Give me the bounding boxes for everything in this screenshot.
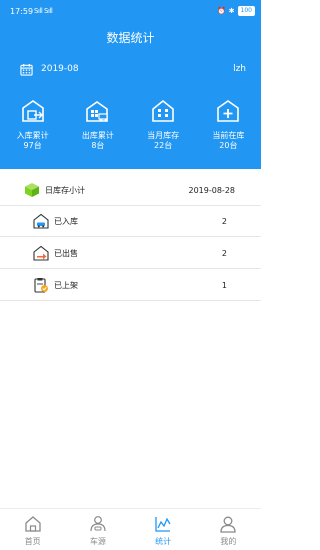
tab-label: 车源 — [89, 537, 106, 546]
home-icon — [24, 516, 41, 532]
tab-label: 首页 — [24, 537, 41, 546]
stat-inbound-total[interactable]: 入库累计 97台 — [0, 98, 65, 162]
box-icon — [25, 183, 39, 197]
stat-label: 当月库存 — [147, 131, 180, 140]
user-icon — [220, 516, 237, 533]
stat-label: 出库累计 — [81, 131, 114, 140]
stats-summary: 入库累计 97台 出库累计 8台 当月库存 22台 当前在库 20台 — [0, 98, 261, 162]
status-right: ⏰ ✱ 100 — [217, 6, 255, 16]
date-row[interactable]: 2019-08 lzh — [20, 60, 246, 78]
list-item-value: 2 — [221, 216, 227, 226]
car-source-icon — [90, 516, 106, 532]
battery-indicator: 100 — [237, 6, 255, 16]
stat-outbound-total[interactable]: 出库累计 8台 — [65, 98, 130, 162]
tab-home[interactable]: 首页 — [0, 509, 65, 550]
list-item-label: 已上架 — [54, 280, 78, 290]
stat-label: 当前在库 — [212, 131, 245, 140]
user-name: lzh — [233, 64, 246, 74]
house-arrow-icon — [33, 245, 49, 261]
stat-value: 20台 — [219, 141, 238, 150]
stat-value: 22台 — [154, 141, 173, 150]
clipboard-check-icon — [34, 278, 48, 293]
tab-label: 我的 — [220, 537, 237, 546]
warehouse-truck-icon — [86, 101, 108, 122]
warehouse-in-icon — [21, 100, 44, 122]
chart-icon — [155, 517, 171, 532]
stat-monthly-stock[interactable]: 当月库存 22台 — [131, 98, 196, 162]
stat-value: 97台 — [23, 141, 42, 150]
status-bar: 17:59 Sıll Sıll ⏰ ✱ 100 — [0, 0, 261, 22]
house-car-icon — [33, 213, 49, 229]
summary-date: 2019-08-28 — [188, 185, 236, 195]
tab-statistics[interactable]: 统计 — [131, 509, 196, 550]
summary-label: 日库存小计 — [45, 185, 85, 195]
daily-summary-row[interactable]: 日库存小计 2019-08-28 — [0, 175, 261, 206]
bottom-tab-bar: 首页 车源 统计 我的 — [0, 508, 261, 550]
month-label: 2019-08 — [41, 64, 79, 74]
signal-icon: Sıll Sıll — [34, 7, 53, 15]
alarm-icon: ⏰ — [216, 7, 226, 15]
calendar-icon — [20, 63, 33, 76]
status-time: 17:59 — [10, 7, 34, 16]
list-item-value: 1 — [221, 280, 227, 290]
list-item-value: 2 — [221, 248, 227, 258]
tab-car-source[interactable]: 车源 — [65, 509, 130, 550]
header: 17:59 Sıll Sıll ⏰ ✱ 100 数据统计 2019-08 lzh — [0, 0, 261, 169]
tab-mine[interactable]: 我的 — [196, 509, 261, 550]
list-item-label: 已出售 — [54, 248, 78, 258]
stat-label: 入库累计 — [16, 131, 49, 140]
list-item-sold[interactable]: 已出售 2 — [0, 238, 261, 269]
tab-label: 统计 — [155, 537, 172, 546]
house-plus-icon — [217, 100, 240, 122]
list-item-inbound[interactable]: 已入库 2 — [0, 206, 261, 237]
list-item-label: 已入库 — [54, 216, 78, 226]
list-item-listed[interactable]: 已上架 1 — [0, 270, 261, 301]
page-title: 数据统计 — [106, 31, 155, 45]
bluetooth-icon: ✱ — [228, 7, 235, 15]
stat-current-stock[interactable]: 当前在库 20台 — [196, 98, 261, 162]
stat-value: 8台 — [91, 141, 105, 150]
building-icon — [152, 99, 174, 122]
